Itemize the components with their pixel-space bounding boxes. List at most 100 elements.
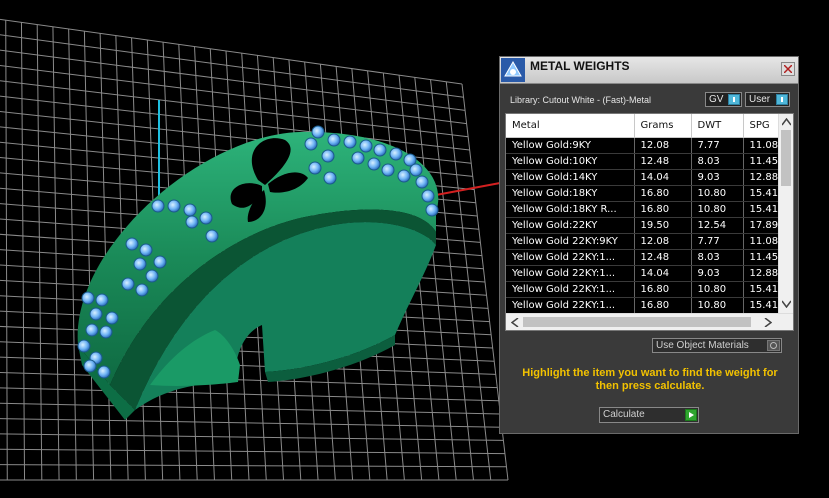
gem (308, 161, 322, 175)
cell-metal: Yellow Gold:18KY (506, 185, 635, 202)
gem (77, 339, 91, 353)
cell-metal: Yellow Gold:22KY (506, 217, 635, 234)
gem (105, 311, 119, 325)
cell-spg: 15.41 (743, 185, 784, 202)
toggle-switch-icon (776, 94, 788, 105)
cell-metal: Yellow Gold 22KY:1... (506, 249, 635, 266)
cell-spg: 12.88 (743, 169, 784, 186)
panel-titlebar[interactable]: METAL WEIGHTS (500, 57, 798, 84)
scroll-up-icon[interactable] (782, 118, 791, 126)
gem (167, 199, 181, 213)
table-row[interactable]: Yellow Gold:9KY 12.08 7.77 11.08 (506, 137, 784, 154)
gem (89, 307, 103, 321)
cell-grams: 14.04 (634, 169, 692, 186)
cell-dwt: 12.54 (691, 217, 744, 234)
cell-grams: 12.08 (634, 137, 692, 154)
cell-metal: Yellow Gold 22KY:9KY (506, 233, 635, 250)
cell-metal: Yellow Gold 22KY:1... (506, 297, 635, 314)
gem (199, 211, 213, 225)
scroll-left-icon[interactable] (511, 318, 519, 327)
table-row[interactable]: Yellow Gold 22KY:1... 16.80 10.80 15.41 (506, 297, 784, 314)
play-icon[interactable] (685, 409, 697, 421)
table-row[interactable]: Yellow Gold:10KY 12.48 8.03 11.45 (506, 153, 784, 170)
gem (205, 229, 219, 243)
grid-line (430, 79, 474, 481)
table-row[interactable]: Yellow Gold:22KY 19.50 12.54 17.89 (506, 217, 784, 234)
cell-grams: 16.80 (634, 297, 692, 314)
cell-spg: 17.89 (743, 217, 784, 234)
gem (95, 293, 109, 307)
table-row[interactable]: Yellow Gold:18KY 16.80 10.80 15.41 (506, 185, 784, 202)
table-row[interactable]: Yellow Gold:18KY R... 16.80 10.80 15.41 (506, 201, 784, 218)
column-header-metal[interactable]: Metal (506, 114, 635, 138)
gem (421, 189, 435, 203)
metal-weights-table[interactable]: Metal Grams DWT SPG Yellow Gold:9KY 12.08… (505, 113, 794, 331)
horizontal-scrollbar[interactable] (506, 313, 793, 330)
cell-grams: 16.80 (634, 185, 692, 202)
gem (425, 203, 439, 217)
gem (397, 169, 411, 183)
calculate-button[interactable]: Calculate (599, 407, 699, 423)
gem (304, 137, 318, 151)
column-header-dwt[interactable]: DWT (691, 114, 744, 138)
gem (373, 143, 387, 157)
cell-dwt: 8.03 (691, 249, 744, 266)
cell-dwt: 10.80 (691, 185, 744, 202)
table-row[interactable]: Yellow Gold 22KY:1... 12.48 8.03 11.45 (506, 249, 784, 266)
cell-metal: Yellow Gold 22KY:1... (506, 281, 635, 298)
scroll-down-icon[interactable] (782, 300, 791, 308)
column-header-grams[interactable]: Grams (634, 114, 692, 138)
panel-title: METAL WEIGHTS (530, 59, 630, 73)
gem (99, 325, 113, 339)
cell-dwt: 9.03 (691, 265, 744, 282)
cell-spg: 15.41 (743, 297, 784, 314)
gem (139, 243, 153, 257)
user-toggle[interactable]: User (745, 92, 790, 107)
cell-dwt: 7.77 (691, 233, 744, 250)
cell-spg: 15.41 (743, 281, 784, 298)
cell-spg: 11.45 (743, 153, 784, 170)
gem (311, 125, 325, 139)
table-row[interactable]: Yellow Gold:14KY 14.04 9.03 12.88 (506, 169, 784, 186)
user-toggle-label: User (749, 94, 771, 105)
material-source-dropdown[interactable]: Use Object Materials (652, 338, 782, 353)
gem (153, 255, 167, 269)
cell-metal: Yellow Gold:10KY (506, 153, 635, 170)
cell-grams: 16.80 (634, 281, 692, 298)
cell-grams: 14.04 (634, 265, 692, 282)
chevron-down-icon[interactable] (767, 340, 780, 351)
scroll-right-icon[interactable] (764, 318, 772, 327)
gem (121, 277, 135, 291)
calculate-label: Calculate (603, 409, 645, 420)
rhino-logo-icon (501, 58, 525, 82)
cell-dwt: 8.03 (691, 153, 744, 170)
cell-spg: 11.45 (743, 249, 784, 266)
gem (83, 359, 97, 373)
cell-dwt: 9.03 (691, 169, 744, 186)
gem (185, 215, 199, 229)
cell-dwt: 7.77 (691, 137, 744, 154)
column-header-spg[interactable]: SPG (743, 114, 784, 138)
table-row[interactable]: Yellow Gold 22KY:1... 14.04 9.03 12.88 (506, 265, 784, 282)
gem (321, 149, 335, 163)
gem (409, 163, 423, 177)
gv-toggle[interactable]: GV (705, 92, 742, 107)
horizontal-scroll-thumb[interactable] (523, 317, 751, 327)
gem (85, 323, 99, 337)
close-icon[interactable] (781, 62, 795, 76)
vertical-scrollbar[interactable] (778, 114, 793, 313)
cell-grams: 12.08 (634, 233, 692, 250)
cell-dwt: 10.80 (691, 201, 744, 218)
table-row[interactable]: Yellow Gold 22KY:9KY 12.08 7.77 11.08 (506, 233, 784, 250)
material-source-value: Use Object Materials (656, 340, 749, 351)
cell-grams: 12.48 (634, 153, 692, 170)
gem (343, 135, 357, 149)
table-row[interactable]: Yellow Gold 22KY:1... 16.80 10.80 15.41 (506, 281, 784, 298)
cell-metal: Yellow Gold:9KY (506, 137, 635, 154)
cell-grams: 19.50 (634, 217, 692, 234)
vertical-scroll-thumb[interactable] (781, 130, 791, 186)
library-label: Library: Cutout White - (Fast)-Metal (510, 95, 652, 105)
cell-spg: 12.88 (743, 265, 784, 282)
cell-metal: Yellow Gold:18KY R... (506, 201, 635, 218)
gem (415, 175, 429, 189)
